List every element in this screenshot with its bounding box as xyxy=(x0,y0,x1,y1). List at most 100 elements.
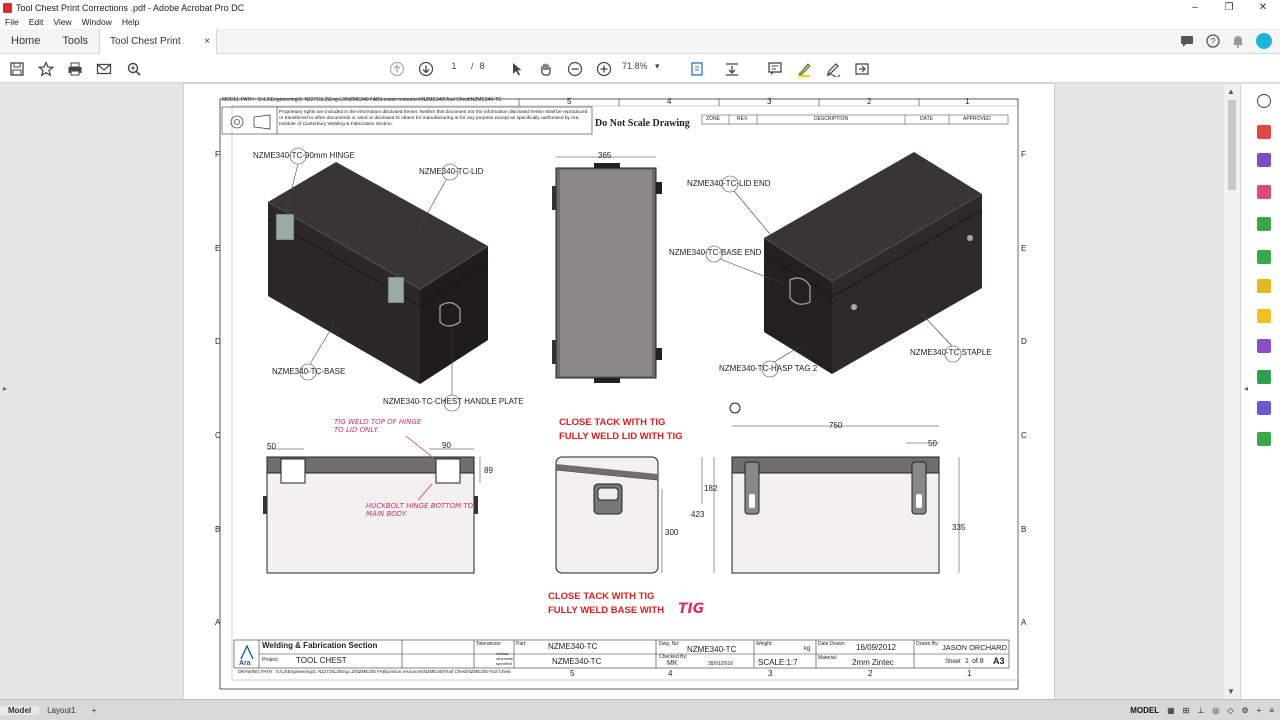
row-letter-right: C xyxy=(1021,431,1027,440)
dim-423: 423 xyxy=(691,510,705,519)
handwritten-note-weld-hinge: TIG WELD TOP OF HINGE TO LID ONLY. xyxy=(334,418,422,434)
notification-bell-icon[interactable] xyxy=(1232,34,1244,48)
annotation-scale-icon[interactable]: ⚙ xyxy=(1241,706,1248,715)
no-scale-note: Do Not Scale Drawing xyxy=(595,118,690,129)
scroll-mode-icon[interactable] xyxy=(723,59,741,78)
edit-pdf-icon[interactable] xyxy=(1257,185,1271,199)
collapse-panel-icon[interactable]: ◂ xyxy=(1244,384,1248,393)
menu-file[interactable]: File xyxy=(0,17,24,27)
title-bar: Tool Chest Print Corrections .pdf - Adob… xyxy=(0,0,1280,15)
search-icon[interactable] xyxy=(125,59,143,78)
row-letter-right: E xyxy=(1021,244,1027,253)
rev-header-description: DESCRIPTION xyxy=(814,116,849,122)
scan-ocr-icon[interactable] xyxy=(1257,370,1271,384)
send-for-review-icon[interactable] xyxy=(1257,279,1271,293)
search-tool-icon[interactable] xyxy=(1257,94,1271,108)
rev-header-approved: APPROVED xyxy=(963,116,991,122)
user-avatar[interactable] xyxy=(1256,33,1272,49)
model-space-indicator[interactable]: MODEL xyxy=(1130,706,1159,715)
page-display-icon[interactable] xyxy=(686,59,710,78)
col-number: 2 xyxy=(867,97,872,106)
menu-view[interactable]: View xyxy=(48,17,76,27)
scroll-down-icon[interactable]: ▼ xyxy=(1227,687,1235,696)
zoom-level-dropdown[interactable]: 71.8% ▾ xyxy=(622,61,660,72)
minimize-button[interactable]: – xyxy=(1178,2,1212,13)
snap-icon[interactable]: ⊞ xyxy=(1183,706,1190,715)
zoom-out-icon[interactable] xyxy=(566,59,584,78)
weight-unit: kg xyxy=(804,646,811,652)
layout-tab[interactable]: Layout1 xyxy=(39,706,83,715)
checked-by: MK xyxy=(667,660,678,667)
polar-icon[interactable]: ◎ xyxy=(1212,706,1219,715)
save-icon[interactable] xyxy=(8,59,26,78)
dim-750: 750 xyxy=(829,421,843,430)
menu-edit[interactable]: Edit xyxy=(24,17,49,27)
add-layout-button[interactable]: + xyxy=(84,706,105,715)
next-page-icon[interactable] xyxy=(417,59,435,78)
model-tab[interactable]: Model xyxy=(0,705,40,715)
row-letter-right: D xyxy=(1021,337,1027,346)
draw-pen-icon[interactable] xyxy=(824,59,842,78)
zoom-in-icon[interactable] xyxy=(595,59,613,78)
tab-tools[interactable]: Tools xyxy=(51,29,99,54)
part-label: Part: xyxy=(516,641,527,647)
zoom-value: 71.8% xyxy=(622,61,648,71)
create-pdf-icon[interactable] xyxy=(1257,153,1271,167)
print-icon[interactable] xyxy=(66,59,84,78)
col-number: 5 xyxy=(567,97,572,106)
fill-sign-icon[interactable] xyxy=(1257,339,1271,353)
project-label: Project: xyxy=(262,657,279,663)
sheet-number: 1 xyxy=(965,658,969,665)
total-pages: 8 xyxy=(479,61,485,71)
more-tools-icon[interactable] xyxy=(1257,432,1271,446)
row-letter-right: F xyxy=(1021,150,1026,159)
scroll-up-icon[interactable]: ▲ xyxy=(1227,87,1235,96)
export-pdf-icon[interactable] xyxy=(1257,125,1271,139)
menu-help[interactable]: Help xyxy=(117,17,144,27)
vertical-scrollbar[interactable]: ▲ ▼ xyxy=(1224,84,1240,699)
tab-home[interactable]: Home xyxy=(0,29,51,54)
tab-document[interactable]: Tool Chest Print Co... × xyxy=(99,28,218,72)
sheet-total: of 8 xyxy=(972,658,984,665)
share-send-icon[interactable] xyxy=(853,59,871,78)
current-page-input[interactable]: 1 xyxy=(443,60,465,72)
osnap-icon[interactable]: ◇ xyxy=(1227,706,1233,715)
bookmark-star-icon[interactable] xyxy=(37,59,55,78)
dim-182: 182 xyxy=(704,484,718,493)
previous-page-icon[interactable] xyxy=(388,59,406,78)
svg-text:?: ? xyxy=(1210,37,1215,47)
tab-document-label: Tool Chest Print Co... xyxy=(110,35,181,72)
menu-window[interactable]: Window xyxy=(77,17,117,27)
col-number-bottom: 4 xyxy=(668,669,673,678)
scrollbar-thumb[interactable] xyxy=(1228,100,1236,190)
tab-close-icon[interactable]: × xyxy=(204,29,210,54)
left-panel-toggle[interactable]: ▸ xyxy=(0,84,12,699)
plus-icon[interactable]: + xyxy=(1257,706,1262,715)
row-letter: F xyxy=(215,150,220,159)
comment-icon[interactable] xyxy=(1180,35,1194,48)
export-file-icon[interactable] xyxy=(1257,217,1271,231)
page-navigator: 1 / 8 xyxy=(443,60,485,72)
ortho-icon[interactable]: ⊥ xyxy=(1197,706,1204,715)
menu-icon[interactable]: ≡ xyxy=(1269,706,1274,715)
scale: SCALE:1:7 xyxy=(758,658,798,667)
organize-pages-icon[interactable] xyxy=(1257,250,1271,264)
dim-89: 89 xyxy=(484,466,493,475)
comment-tool-icon[interactable] xyxy=(766,59,784,78)
select-cursor-icon[interactable] xyxy=(508,59,526,78)
help-icon[interactable]: ? xyxy=(1206,34,1220,48)
hand-tool-icon[interactable] xyxy=(537,59,555,78)
protect-shield-icon[interactable] xyxy=(1257,401,1271,415)
drawn-by: JASON ORCHARD xyxy=(942,643,1008,652)
handwritten-note-huckbolt: HUCKBOLT HINGE BOTTOM TO MAIN BODY. xyxy=(366,502,474,518)
weld-note-lid-2: FULLY WELD LID WITH TIG xyxy=(559,431,683,442)
callout-hinge: NZME340-TC-90mm HINGE xyxy=(253,151,355,160)
comment-panel-icon[interactable] xyxy=(1257,309,1271,323)
highlight-icon[interactable] xyxy=(795,59,813,78)
window-title: Tool Chest Print Corrections .pdf - Adob… xyxy=(16,2,245,13)
close-window-button[interactable]: ✕ xyxy=(1246,2,1280,13)
restore-button[interactable]: ❐ xyxy=(1212,2,1246,13)
email-icon[interactable] xyxy=(95,59,113,78)
row-letter: E xyxy=(215,244,221,253)
grid-icon[interactable]: ▦ xyxy=(1167,706,1175,715)
